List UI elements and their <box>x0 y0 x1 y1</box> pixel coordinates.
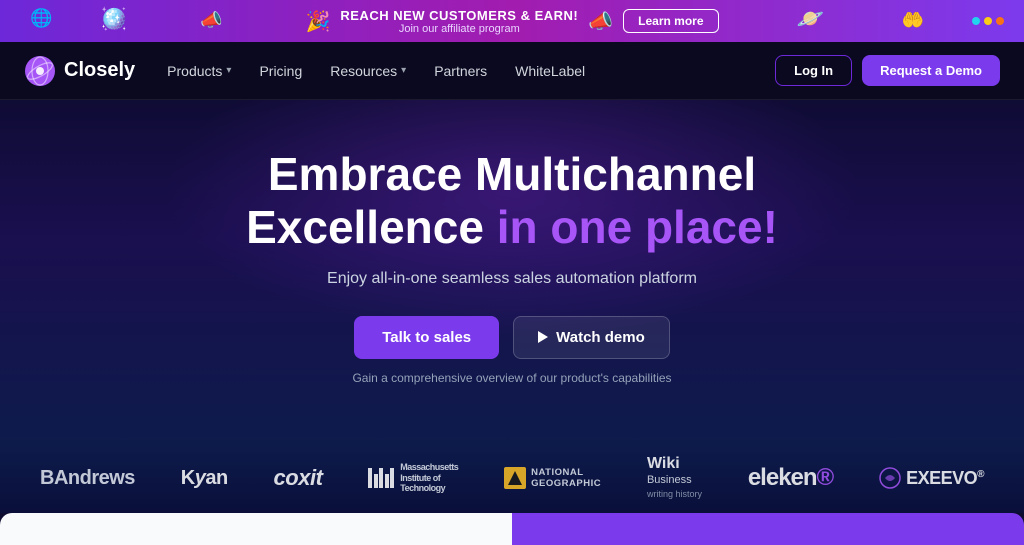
logo-eleken: eleken® <box>748 464 833 492</box>
navbar: Closely Products ▾ Pricing Resources ▾ P… <box>0 42 1024 100</box>
logos-section: BAndrews Kyan coxit MassachusettsInstitu… <box>0 445 1024 514</box>
nav-whitelabel[interactable]: WhiteLabel <box>515 63 585 79</box>
play-icon <box>538 331 548 343</box>
dot-yellow <box>984 17 992 25</box>
mit-bars-icon <box>368 468 394 488</box>
hero-subheading: Enjoy all-in-one seamless sales automati… <box>24 270 1000 288</box>
banner-dots <box>972 17 1004 25</box>
dot-cyan <box>972 17 980 25</box>
logo-national-geographic: NATIONALGEOGRAPHIC <box>504 467 601 490</box>
logo-andrews: BAndrews <box>40 467 135 490</box>
banner-emoji-right: 📣 <box>588 9 613 34</box>
dot-orange <box>996 17 1004 25</box>
hero-caption: Gain a comprehensive overview of our pro… <box>24 371 1000 385</box>
logo-kyan: Kyan <box>181 467 228 490</box>
logo-mit: MassachusettsInstitute ofTechnology <box>368 462 458 494</box>
logo-exeevo: EXEEVO® <box>879 467 984 489</box>
products-chevron-icon: ▾ <box>226 65 231 76</box>
strip-purple <box>512 513 1024 545</box>
logo-text: Closely <box>64 59 135 82</box>
nav-products[interactable]: Products ▾ <box>167 63 231 79</box>
hero-heading-line2-normal: Excellence <box>246 201 497 253</box>
hero-heading-line1: Embrace Multichannel <box>268 148 756 200</box>
logo-link[interactable]: Closely <box>24 55 135 87</box>
ng-yellow-box <box>504 467 526 489</box>
ng-triangle-icon <box>508 471 522 485</box>
watch-demo-button[interactable]: Watch demo <box>513 316 670 359</box>
banner-emoji-left: 🎉 <box>305 9 330 34</box>
bottom-strip <box>0 513 1024 545</box>
logo-icon <box>24 55 56 87</box>
nav-partners[interactable]: Partners <box>434 63 487 79</box>
logo-coxit: coxit <box>274 465 323 491</box>
announcement-banner: 🌐 🪩 📣 🎉 REACH NEW CUSTOMERS & EARN! Join… <box>0 0 1024 42</box>
banner-title: REACH NEW CUSTOMERS & EARN! <box>340 8 578 23</box>
resources-chevron-icon: ▾ <box>401 65 406 76</box>
request-demo-button[interactable]: Request a Demo <box>862 55 1000 86</box>
nav-pricing[interactable]: Pricing <box>259 63 302 79</box>
hero-heading: Embrace Multichannel Excellence in one p… <box>24 148 1000 254</box>
talk-to-sales-button[interactable]: Talk to sales <box>354 316 499 359</box>
strip-white <box>0 513 512 545</box>
logo-wiki: Wiki Businesswriting history <box>647 455 702 502</box>
exeevo-icon <box>879 467 901 489</box>
learn-more-button[interactable]: Learn more <box>623 9 718 33</box>
hero-heading-colored: in one place! <box>497 201 778 253</box>
nav-links: Products ▾ Pricing Resources ▾ Partners … <box>167 63 775 79</box>
hero-section: Embrace Multichannel Excellence in one p… <box>0 100 1024 445</box>
login-button[interactable]: Log In <box>775 55 852 86</box>
nav-actions: Log In Request a Demo <box>775 55 1000 86</box>
nav-resources[interactable]: Resources ▾ <box>330 63 406 79</box>
hero-buttons: Talk to sales Watch demo <box>24 316 1000 359</box>
banner-subtitle: Join our affiliate program <box>340 23 578 35</box>
